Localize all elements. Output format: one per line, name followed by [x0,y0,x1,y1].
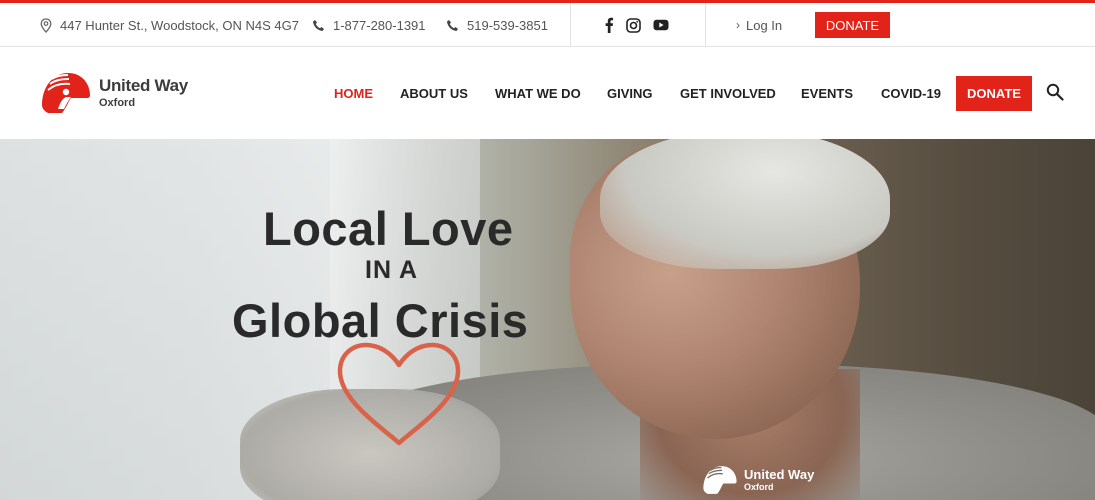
chevron-right-icon: › [736,18,740,32]
phone-local-text: 519-539-3851 [467,17,548,33]
logo-text: United Way Oxford [99,76,188,110]
hero-watermark-logo: United Way Oxford [700,462,814,498]
social-links [604,3,669,47]
nav-item-giving[interactable]: GIVING [607,47,653,139]
nav-item-what-we-do[interactable]: WHAT WE DO [495,47,581,139]
hero-headline: Local Love IN A Global Crisis [0,139,800,500]
facebook-icon[interactable] [604,17,614,33]
main-donate-button[interactable]: DONATE [956,76,1032,111]
map-pin-icon [40,17,52,33]
top-donate-button[interactable]: DONATE [815,12,890,38]
logo-sub: Oxford [99,97,136,109]
logo-name: United Way [99,76,188,95]
hero-line-1: Local Love [263,202,514,255]
address-text: 447 Hunter St., Woodstock, ON N4S 4G7 [60,17,299,33]
youtube-icon[interactable] [653,19,669,31]
hero-banner[interactable]: Local Love IN A Global Crisis United Way… [0,139,1095,500]
nav-item-get-involved[interactable]: GET INVOLVED [680,47,776,139]
watermark-text: United Way Oxford [744,467,815,493]
logo[interactable]: United Way Oxford [38,67,188,119]
nav-item-events[interactable]: EVENTS [801,47,853,139]
login-label: Log In [746,17,783,33]
phone-local[interactable]: 519-539-3851 [446,3,548,47]
heart-icon [337,342,461,446]
nav-item-about-us[interactable]: ABOUT US [400,47,468,139]
phone-tollfree-text: 1-877-280-1391 [333,17,426,33]
instagram-icon[interactable] [626,17,641,33]
phone-tollfree[interactable]: 1-877-280-1391 [312,3,426,47]
nav-item-home[interactable]: HOME [334,47,373,139]
watermark-name: United Way [744,467,815,482]
watermark-sub: Oxford [744,482,774,492]
hero-line-2: IN A [365,256,419,284]
nav-item-covid-19[interactable]: COVID-19 [881,47,941,139]
phone-icon [313,19,324,31]
divider [705,3,706,47]
search-icon[interactable] [1046,83,1064,101]
login-link[interactable]: › Log In [736,3,782,47]
main-header: United Way Oxford HOME ABOUT US WHAT WE … [0,47,1095,139]
phone-icon [447,19,458,31]
address: 447 Hunter St., Woodstock, ON N4S 4G7 [40,3,299,47]
united-way-logo-icon [42,73,90,113]
divider [570,3,571,47]
utility-bar: 447 Hunter St., Woodstock, ON N4S 4G7 1-… [0,3,1095,47]
united-way-logo-icon [703,466,737,494]
